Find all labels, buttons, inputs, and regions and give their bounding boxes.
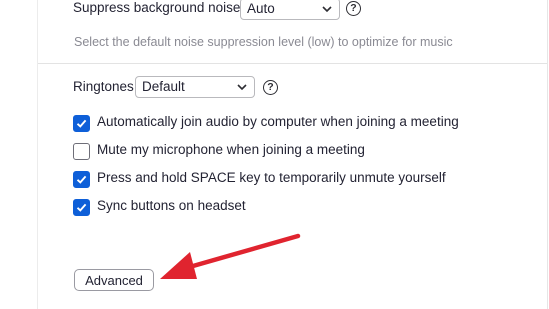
mute-microphone-label: Mute my microphone when joining a meetin… xyxy=(97,142,365,157)
ringtones-value: Default xyxy=(142,79,185,94)
noise-help-icon[interactable]: ? xyxy=(346,1,361,16)
content-right-border xyxy=(547,0,548,309)
ringtones-label: Ringtones xyxy=(73,79,134,94)
advanced-button[interactable]: Advanced xyxy=(74,269,154,291)
noise-suppression-label: Suppress background noise xyxy=(73,0,241,15)
check-icon xyxy=(76,119,87,128)
mute-microphone-checkbox[interactable] xyxy=(73,143,90,160)
chevron-down-icon xyxy=(322,6,332,13)
content-left-border xyxy=(37,0,38,309)
sync-headset-buttons-label: Sync buttons on headset xyxy=(97,198,246,213)
noise-suppression-value: Auto xyxy=(247,1,275,16)
auto-join-audio-label: Automatically join audio by computer whe… xyxy=(97,114,459,129)
space-to-unmute-label: Press and hold SPACE key to temporarily … xyxy=(97,170,446,185)
noise-suppression-select[interactable]: Auto xyxy=(240,0,340,20)
auto-join-audio-checkbox[interactable] xyxy=(73,115,90,132)
noise-suppression-hint: Select the default noise suppression lev… xyxy=(74,35,453,49)
chevron-down-icon xyxy=(237,84,247,91)
ringtones-select[interactable]: Default xyxy=(135,76,255,98)
section-divider xyxy=(38,63,547,64)
check-icon xyxy=(76,175,87,184)
space-to-unmute-checkbox[interactable] xyxy=(73,171,90,188)
annotation-arrow-icon xyxy=(160,233,301,279)
sync-headset-buttons-checkbox[interactable] xyxy=(73,199,90,216)
check-icon xyxy=(76,203,87,212)
ringtones-help-icon[interactable]: ? xyxy=(263,80,278,95)
